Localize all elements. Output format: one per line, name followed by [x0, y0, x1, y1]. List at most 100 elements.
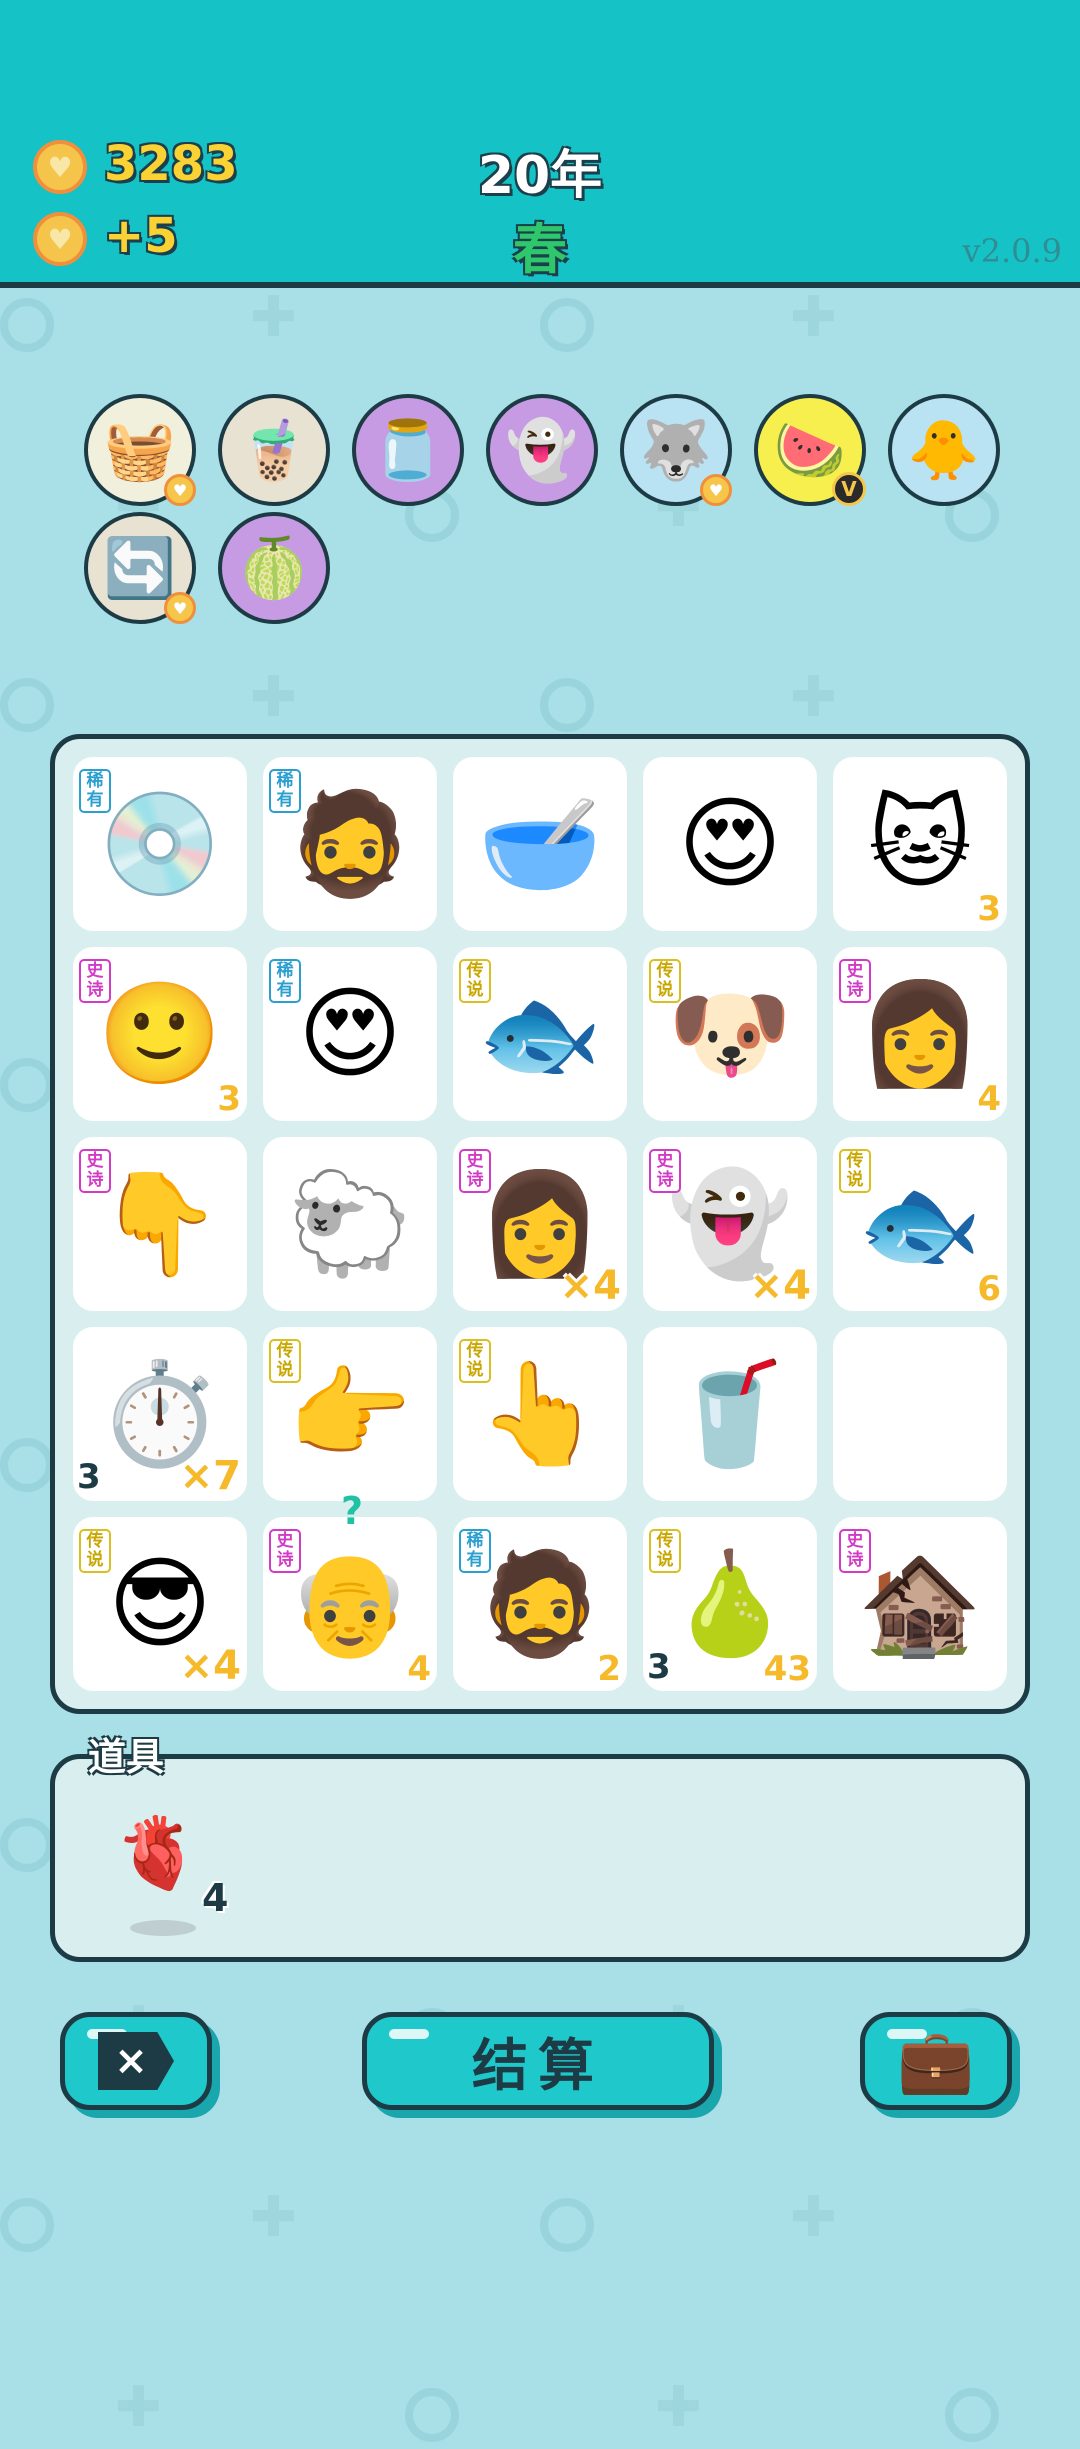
jar-glyph: 🫙	[371, 415, 445, 484]
traffic-ghost-glyph: 👻	[505, 415, 579, 484]
slot-value: ×4	[559, 1263, 621, 1309]
pointing-hand-grey-icon: 👇	[97, 1165, 223, 1282]
pattern-ring	[0, 1438, 54, 1492]
pattern-ring	[0, 1818, 54, 1872]
slot-value: 3	[977, 889, 1001, 929]
fruit-platter-glyph: 🍉	[773, 415, 847, 484]
slot-haunted-house[interactable]: 🏚️ 史诗	[833, 1517, 1007, 1691]
pattern-cross: ✚	[250, 285, 297, 350]
slot-bucket-hat-man-heart-eyes[interactable]: 😍 稀有	[263, 947, 437, 1121]
slot-ghost-heart-eyes[interactable]: 👻 史诗 ×4	[643, 1137, 817, 1311]
braided-girl-icon: 👩	[857, 975, 983, 1092]
rarity-tag: 稀有	[269, 959, 301, 1003]
stopwatch-card-icon: ⏱️	[97, 1355, 223, 1472]
slot-pear-branch[interactable]: 🍐 传说 43 3	[643, 1517, 817, 1691]
slot-bald-man-heart-eyes[interactable]: 😍	[643, 757, 817, 931]
pattern-ring	[945, 2388, 999, 2442]
rarity-tag: 史诗	[79, 1149, 111, 1193]
slot-value: 4	[977, 1079, 1001, 1119]
heart-badge-icon: ♥	[164, 474, 196, 506]
slot-soda-cup[interactable]: 🥤	[643, 1327, 817, 1501]
rarity-tag: 史诗	[459, 1149, 491, 1193]
slot-koi-fish-2[interactable]: 🐟 传说 6	[833, 1137, 1007, 1311]
slot-braided-girl[interactable]: 👩 史诗 4	[833, 947, 1007, 1121]
braided-girl-2-icon: 👩	[477, 1165, 603, 1282]
refresh-icon[interactable]: 🔄 ♥	[84, 512, 196, 624]
pointing-hand-up-icon: 👆	[477, 1355, 603, 1472]
traffic-ghost-icon[interactable]: 👻	[486, 394, 598, 506]
husky-icon[interactable]: 🐺 ♥	[620, 394, 732, 506]
fruit-platter-icon[interactable]: 🍉 V	[754, 394, 866, 506]
jar-icon[interactable]: 🫙	[352, 394, 464, 506]
pattern-ring	[0, 2198, 54, 2252]
yellow-cat-icon: 🐱	[867, 785, 973, 902]
slot-sheep[interactable]: 🐑	[263, 1137, 437, 1311]
item-count: 4	[202, 1876, 229, 1920]
pattern-ring	[0, 298, 54, 352]
fruit-basket-icon[interactable]: 🧺 ♥	[84, 394, 196, 506]
slot-value: 2	[597, 1649, 621, 1689]
rarity-tag: 传说	[649, 959, 681, 1003]
skip-button[interactable]: ×	[60, 2012, 212, 2110]
rarity-tag: 传说	[459, 959, 491, 1003]
slot-pink-glasses-face[interactable]: 😎 传说 ×4	[73, 1517, 247, 1691]
rarity-tag: 传说	[269, 1339, 301, 1383]
pattern-ring	[405, 2388, 459, 2442]
liver-icon[interactable]: 🫀	[114, 1812, 201, 1895]
slot-pointing-hand-grey[interactable]: 👇 史诗	[73, 1137, 247, 1311]
slot-bucket-hat-man[interactable]: 🧔 稀有	[263, 757, 437, 931]
slot-stopwatch-card[interactable]: ⏱️ ×7 3	[73, 1327, 247, 1501]
rarity-tag: 稀有	[269, 769, 301, 813]
pattern-ring	[540, 298, 594, 352]
settle-button[interactable]: 结算	[362, 2012, 714, 2110]
pattern-cross: ✚	[790, 285, 837, 350]
slot-soup-bowl[interactable]: 🥣	[453, 757, 627, 931]
cd-disc-icon: 💿	[97, 785, 223, 902]
husky-glyph: 🐺	[639, 415, 713, 484]
bubble-tea-mushroom-glyph: 🧋	[237, 415, 311, 484]
fruit-basket-glyph: 🧺	[103, 415, 177, 484]
pattern-cross: ✚	[790, 665, 837, 730]
chick-egg-glyph: 🐥	[907, 415, 981, 484]
pomelo-icon[interactable]: 🍈	[218, 512, 330, 624]
slot-empty-slot[interactable]	[833, 1327, 1007, 1501]
green-cap-grandpa-icon: 👴	[287, 1545, 413, 1662]
slot-pointing-hand-right[interactable]: 👉 传说	[263, 1327, 437, 1501]
koi-fish-2-icon: 🐟	[857, 1165, 983, 1282]
slot-yellow-face[interactable]: 🙂 史诗 3	[73, 947, 247, 1121]
soda-cup-icon: 🥤	[667, 1355, 793, 1472]
chick-egg-icon[interactable]: 🐥	[888, 394, 1000, 506]
slot-husky-king[interactable]: 🐶 传说	[643, 947, 817, 1121]
rarity-tag: 史诗	[839, 1529, 871, 1573]
bucket-hat-man-icon: 🧔	[287, 785, 413, 902]
pattern-cross: ✚	[250, 665, 297, 730]
slot-value: ×7	[179, 1453, 241, 1499]
pattern-ring	[0, 1058, 54, 1112]
version-label: v2.0.9	[962, 232, 1063, 270]
item-shadow	[130, 1920, 196, 1936]
slot-bucket-hat-man-2[interactable]: 🧔 稀有 2	[453, 1517, 627, 1691]
pattern-ring	[540, 2198, 594, 2252]
rarity-tag: 稀有	[79, 769, 111, 813]
slot-value: 3	[217, 1079, 241, 1119]
button-shine	[389, 2029, 429, 2039]
slot-cd-disc[interactable]: 💿 稀有	[73, 757, 247, 931]
pattern-cross: ✚	[655, 2375, 702, 2440]
koi-fish-icon: 🐟	[477, 975, 603, 1092]
pointing-hand-right-icon: 👉	[287, 1355, 413, 1472]
pattern-cross: ✚	[790, 2185, 837, 2250]
slot-green-cap-grandpa[interactable]: 👴 史诗 4?	[263, 1489, 437, 1691]
bubble-tea-mushroom-icon[interactable]: 🧋	[218, 394, 330, 506]
rarity-tag: 史诗	[79, 959, 111, 1003]
rarity-tag: 传说	[649, 1529, 681, 1573]
slot-pointing-hand-up[interactable]: 👆 传说	[453, 1327, 627, 1501]
bag-button[interactable]: 💼	[860, 2012, 1012, 2110]
v-badge-icon: V	[832, 472, 866, 506]
rarity-tag: 传说	[839, 1149, 871, 1193]
haunted-house-icon: 🏚️	[857, 1545, 983, 1662]
slot-braided-girl-2[interactable]: 👩 史诗 ×4	[453, 1137, 627, 1311]
slot-yellow-cat[interactable]: 🐱 3	[833, 757, 1007, 931]
slot-koi-fish[interactable]: 🐟 传说	[453, 947, 627, 1121]
heart-badge-icon: ♥	[700, 474, 732, 506]
rarity-tag: 传说	[459, 1339, 491, 1383]
